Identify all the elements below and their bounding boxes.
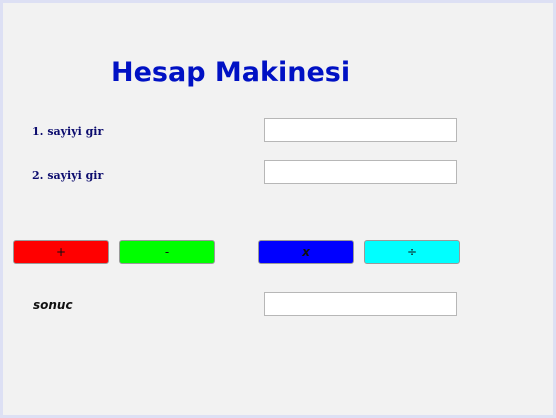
first-number-input[interactable]	[264, 118, 457, 142]
calculator-window: Hesap Makinesi 1. sayiyi gir 2. sayiyi g…	[0, 0, 556, 418]
page-title: Hesap Makinesi	[111, 57, 351, 88]
second-number-input[interactable]	[264, 160, 457, 184]
result-field[interactable]	[264, 292, 457, 316]
subtract-button[interactable]: -	[119, 240, 215, 264]
divide-button[interactable]: ÷	[364, 240, 460, 264]
add-button[interactable]: +	[13, 240, 109, 264]
second-number-label: 2. sayiyi gir	[32, 169, 104, 182]
result-label: sonuc	[33, 298, 73, 312]
multiply-button[interactable]: x	[258, 240, 354, 264]
first-number-label: 1. sayiyi gir	[32, 125, 104, 138]
